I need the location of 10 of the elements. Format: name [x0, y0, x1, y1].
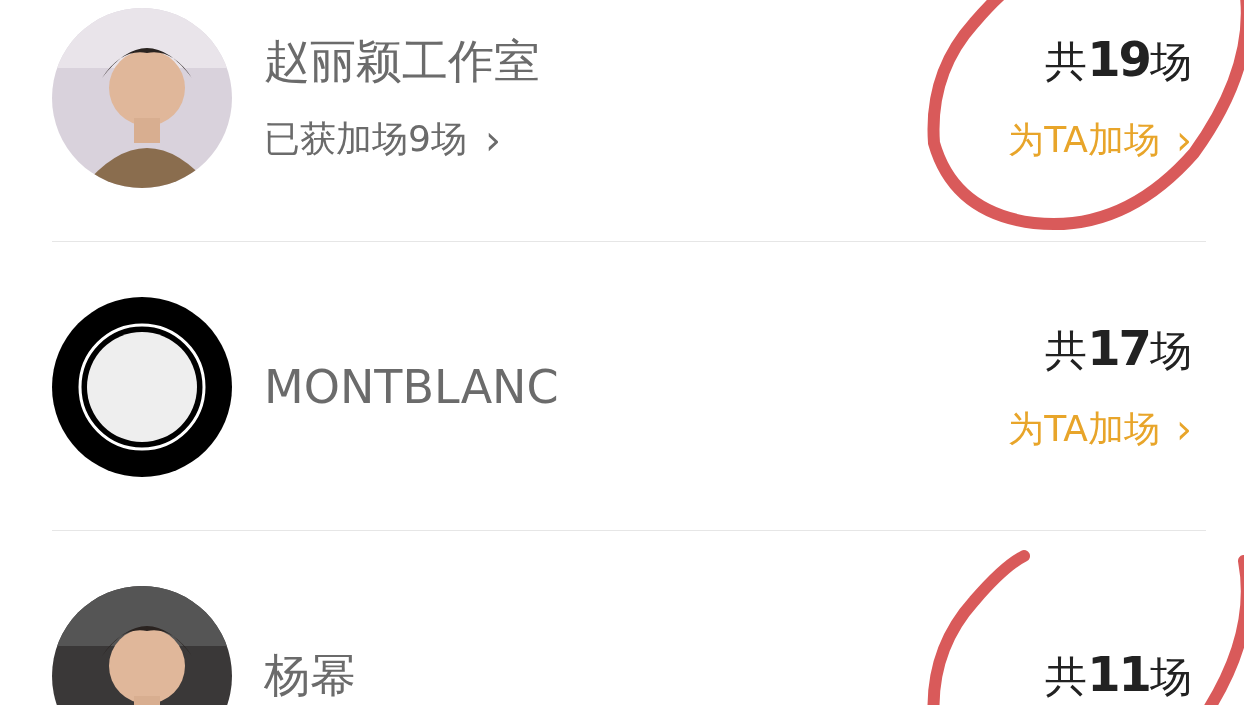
add-show-button[interactable]: 为TA加场 ›: [1008, 115, 1192, 165]
account-name: 杨幂: [264, 646, 356, 704]
show-count: 共11场: [1045, 646, 1192, 704]
show-count: 共19场: [1045, 30, 1192, 89]
show-count: 共17场: [1045, 319, 1192, 378]
extra-shows-link[interactable]: 已获加场9场: [264, 115, 467, 164]
chevron-icon: ›: [484, 119, 501, 160]
account-name: MONTBLANC: [264, 359, 559, 414]
account-name: 赵丽颖工作室: [264, 33, 540, 90]
add-show-button[interactable]: 为TA加场 ›: [1008, 404, 1192, 454]
